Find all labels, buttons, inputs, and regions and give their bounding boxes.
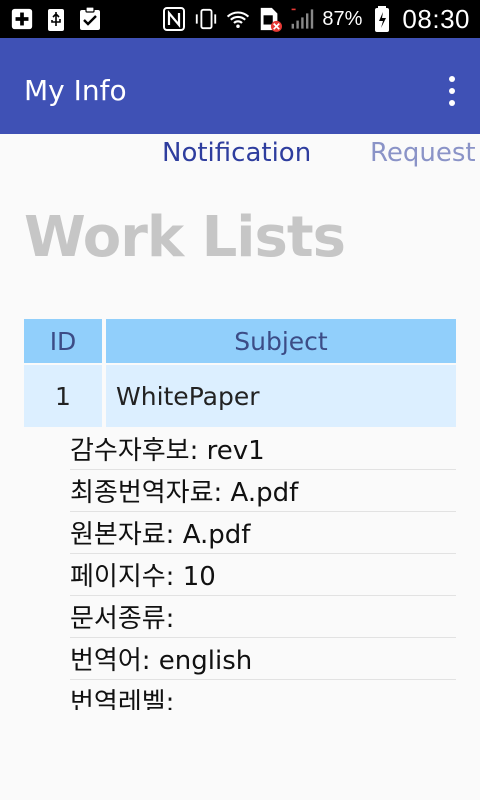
tab-request[interactable]: Request bbox=[370, 138, 476, 168]
overflow-dot bbox=[449, 88, 455, 94]
status-bar-left bbox=[10, 6, 102, 32]
column-header-id: ID bbox=[24, 319, 102, 363]
page-title: Work Lists bbox=[24, 205, 346, 270]
detail-reviewer-candidate: 감수자후보: rev1 bbox=[70, 428, 456, 470]
detail-document-type: 문서종류: bbox=[70, 596, 456, 638]
tab-notification[interactable]: Notification bbox=[162, 138, 311, 168]
clock: 08:30 bbox=[402, 3, 470, 34]
column-header-subject: Subject bbox=[106, 319, 456, 363]
table-row[interactable]: 1 WhitePaper bbox=[24, 365, 456, 427]
cell-id: 1 bbox=[24, 365, 102, 427]
detail-target-language: 번역어: english bbox=[70, 638, 456, 680]
status-bar: 87% 08:30 bbox=[0, 0, 480, 38]
signal-icon bbox=[290, 6, 314, 32]
cell-subject: WhitePaper bbox=[106, 365, 456, 427]
table-header-row: ID Subject bbox=[24, 319, 456, 363]
overflow-dot bbox=[449, 100, 455, 106]
app-bar: My Info bbox=[0, 38, 480, 134]
overflow-menu-icon[interactable] bbox=[442, 76, 462, 106]
app-title: My Info bbox=[24, 74, 127, 107]
row-details: 감수자후보: rev1 최종번역자료: A.pdf 원본자료: A.pdf 페이… bbox=[70, 428, 456, 710]
status-bar-right: 87% 08:30 bbox=[162, 3, 470, 35]
work-list-table: ID Subject 1 WhitePaper bbox=[24, 319, 456, 427]
detail-original-material: 원본자료: A.pdf bbox=[70, 512, 456, 554]
detail-page-count: 페이지수: 10 bbox=[70, 554, 456, 596]
detail-translation-level: 번역레벨: bbox=[70, 680, 456, 710]
detail-final-translation: 최종번역자료: A.pdf bbox=[70, 470, 456, 512]
battery-charging-icon bbox=[370, 6, 394, 32]
wifi-icon bbox=[226, 6, 250, 32]
sim-error-icon bbox=[258, 6, 283, 32]
usb-icon bbox=[44, 6, 68, 32]
clipboard-check-icon bbox=[78, 6, 102, 32]
battery-percent: 87% bbox=[322, 7, 363, 30]
add-icon bbox=[10, 6, 34, 32]
overflow-dot bbox=[449, 76, 455, 82]
nfc-icon bbox=[162, 6, 186, 32]
vibrate-icon bbox=[194, 6, 218, 32]
